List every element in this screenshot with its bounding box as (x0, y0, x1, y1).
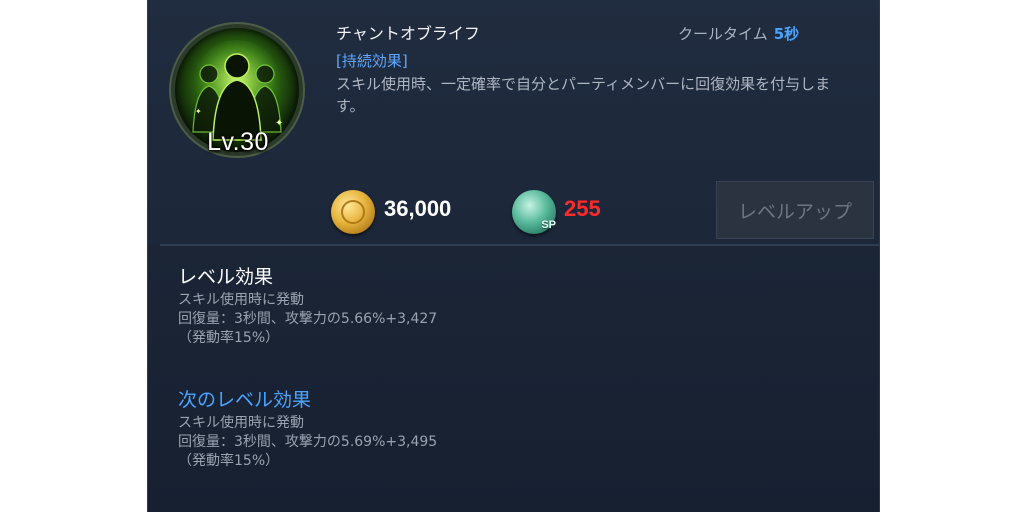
current-level-effect-title: レベル効果 (178, 266, 274, 288)
svg-text:✦: ✦ (195, 107, 202, 116)
effect-line: （発動率15%） (178, 453, 280, 469)
effect-type-tag: [持続効果] (336, 52, 408, 70)
sp-cost: 255 (564, 196, 601, 221)
effect-line: 回復量：3秒間、攻撃力の5.66%+3,427 (178, 311, 438, 327)
cooltime-value: 5秒 (773, 25, 800, 43)
next-level-effect-title: 次のレベル効果 (178, 389, 312, 411)
gold-coin-icon (331, 190, 375, 234)
sp-token-icon: SP (512, 190, 556, 234)
gold-cost: 36,000 (384, 196, 452, 221)
skill-description: スキル使用時、一定確率で自分とパーティメンバーに回復効果を付与します。 (336, 75, 831, 115)
effect-line: 回復量：3秒間、攻撃力の5.69%+3,495 (178, 434, 438, 450)
cooltime: クールタイム 5秒 (678, 23, 799, 44)
skill-detail-panel: ✦ ✦ Lv.30 チャントオブライフ クールタイム 5秒 [持続効果] スキル使… (147, 0, 880, 512)
skill-level: Lv.30 (207, 128, 269, 156)
skill-header: ✦ ✦ Lv.30 チャントオブライフ クールタイム 5秒 [持続効果] スキル使… (148, 0, 879, 244)
effect-line: （発動率15%） (178, 330, 280, 346)
current-level-effect: レベル効果 スキル使用時に発動 回復量：3秒間、攻撃力の5.66%+3,427 … (178, 262, 437, 348)
sp-icon-label: SP (541, 219, 556, 231)
cooltime-label: クールタイム (678, 25, 768, 43)
next-level-effect: 次のレベル効果 スキル使用時に発動 回復量：3秒間、攻撃力の5.69%+3,49… (178, 385, 437, 471)
skill-name: チャントオブライフ (336, 24, 480, 43)
level-up-button[interactable]: レベルアップ (716, 181, 874, 239)
effect-line: スキル使用時に発動 (178, 415, 304, 431)
section-divider (160, 244, 879, 246)
effect-line: スキル使用時に発動 (178, 292, 304, 308)
